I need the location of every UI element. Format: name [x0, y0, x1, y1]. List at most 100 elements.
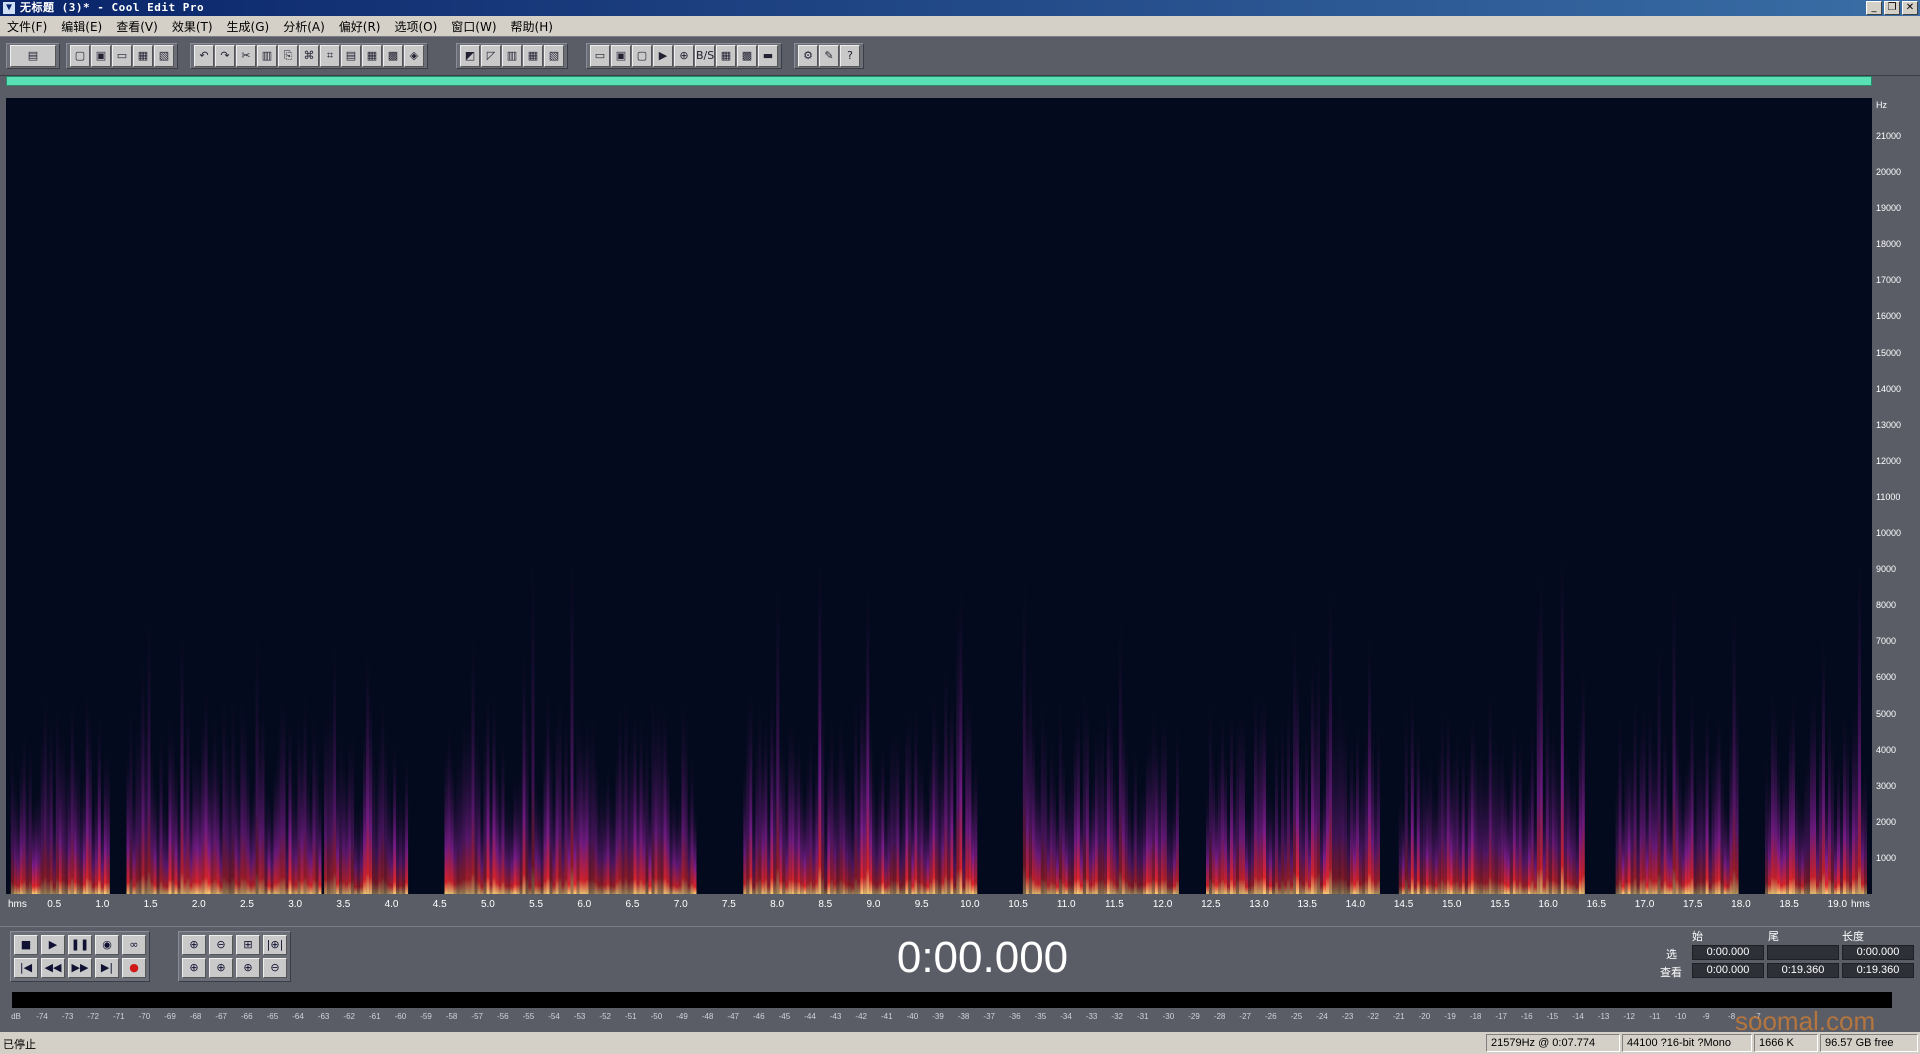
hz-tick-label: 7000	[1876, 636, 1897, 647]
transport-button-icon[interactable]: |◀	[14, 958, 38, 978]
time-tick-label: 6.5	[625, 899, 640, 910]
toolbar-button-icon[interactable]: ▣	[611, 45, 631, 67]
toolbar-button-icon[interactable]: ▧	[154, 45, 174, 67]
toolbar-button-icon[interactable]: ▦	[523, 45, 543, 67]
toolbar-button-icon[interactable]: ↶	[194, 45, 214, 67]
toolbar-button-icon[interactable]: B/S	[695, 45, 715, 67]
toolbar-button-icon[interactable]: ▥	[257, 45, 277, 67]
toolbar-button-icon[interactable]: ▭	[590, 45, 610, 67]
zoom-button-icon[interactable]: ⊕	[236, 958, 260, 978]
level-tick-label: -41	[881, 1012, 893, 1021]
transport-button-icon[interactable]: ●	[122, 958, 146, 978]
toolbar-button-icon[interactable]: ▦	[133, 45, 153, 67]
toolbar-button-icon[interactable]: ↷	[215, 45, 235, 67]
hz-tick-label: 3000	[1876, 780, 1897, 791]
toolbar-button-icon[interactable]: ⌘	[299, 45, 319, 67]
menu-item-2[interactable]: 查看(V)	[109, 18, 165, 35]
zoom-button-icon[interactable]: |⊕|	[263, 935, 287, 955]
selection-begin-field[interactable]: 0:00.000	[1692, 945, 1764, 960]
toolbar-button-icon[interactable]: ▶	[653, 45, 673, 67]
menu-item-9[interactable]: 帮助(H)	[504, 18, 560, 35]
level-tick-label: -45	[778, 1012, 791, 1021]
zoom-button-icon[interactable]: ⊕	[182, 935, 206, 955]
menu-item-3[interactable]: 效果(T)	[165, 18, 220, 35]
level-tick-label: -57	[471, 1012, 483, 1021]
zoom-button-icon[interactable]: ⊕	[209, 958, 233, 978]
toolbar-button-icon[interactable]: ⌗	[320, 45, 340, 67]
close-button[interactable]: ✕	[1902, 1, 1918, 15]
menu-item-1[interactable]: 编辑(E)	[54, 18, 109, 35]
transport-button-icon[interactable]: ▶	[41, 935, 65, 955]
level-meter	[12, 992, 1892, 1008]
menu-item-4[interactable]: 生成(G)	[220, 18, 277, 35]
toolbar-button-icon[interactable]: ◸	[481, 45, 501, 67]
toolbar-button-icon[interactable]: ▤	[341, 45, 361, 67]
toolbar-button-icon[interactable]: ▩	[737, 45, 757, 67]
menu-item-8[interactable]: 窗口(W)	[444, 18, 503, 35]
toolbar-button-icon[interactable]: ▭	[112, 45, 132, 67]
toolbar-button-icon[interactable]: ⚙	[798, 45, 818, 67]
transport-button-icon[interactable]: ■	[14, 935, 38, 955]
transport-button-icon[interactable]: ▶|	[95, 958, 119, 978]
transport-button-icon[interactable]: ◉	[95, 935, 119, 955]
zoom-button-icon[interactable]: ⊖	[263, 958, 287, 978]
toolbar-button-icon[interactable]: ▣	[91, 45, 111, 67]
toolbar-button-icon[interactable]: ⎘	[278, 45, 298, 67]
app-icon[interactable]: ▼	[3, 2, 15, 14]
toolbar-button-icon[interactable]: ◈	[404, 45, 424, 67]
toolbar-button-icon[interactable]: ▬	[758, 45, 778, 67]
toolbar-button-icon[interactable]: ✂	[236, 45, 256, 67]
time-ruler-start-unit: hms	[8, 899, 27, 910]
toolbar-button-icon[interactable]: ▤	[10, 45, 56, 67]
transport-button-icon[interactable]: ❚❚	[68, 935, 92, 955]
toolbar-button-icon[interactable]: ▦	[716, 45, 736, 67]
view-row-label: 查看	[1660, 966, 1682, 979]
toolbar-button-icon[interactable]: ?	[840, 45, 860, 67]
time-tick-label: 16.0	[1538, 899, 1558, 910]
toolbar-button-icon[interactable]: ▦	[362, 45, 382, 67]
level-tick-label: -62	[343, 1012, 355, 1021]
minimize-button[interactable]: _	[1866, 1, 1882, 15]
menu-item-5[interactable]: 分析(A)	[276, 18, 332, 35]
toolbar-button-icon[interactable]: ▧	[544, 45, 564, 67]
level-tick-label: -68	[189, 1012, 202, 1021]
selection-length-field[interactable]: 0:00.000	[1842, 945, 1914, 960]
overview-bar[interactable]	[6, 76, 1872, 86]
toolbar-button-icon[interactable]: ▥	[502, 45, 522, 67]
toolbar-button-icon[interactable]: ◩	[460, 45, 480, 67]
hz-tick-label: 4000	[1876, 744, 1897, 755]
transport-button-icon[interactable]: ◀◀	[41, 958, 65, 978]
toolbar-button-icon[interactable]: ▢	[632, 45, 652, 67]
view-begin-field[interactable]: 0:00.000	[1692, 963, 1764, 978]
level-tick-label: -15	[1546, 1012, 1559, 1021]
restore-button[interactable]: ❐	[1884, 1, 1900, 15]
time-display: 0:00.000	[896, 933, 1069, 982]
spectrogram-view[interactable]	[6, 98, 1872, 894]
transport-button-icon[interactable]: ▶▶	[68, 958, 92, 978]
time-tick-label: 5.0	[480, 899, 495, 910]
level-tick-label: -18	[1469, 1012, 1482, 1021]
level-tick-label: -66	[241, 1012, 253, 1021]
hz-tick-label: 21000	[1876, 130, 1902, 141]
menu-item-0[interactable]: 文件(F)	[0, 18, 54, 35]
view-length-field[interactable]: 0:19.360	[1842, 963, 1914, 978]
toolbar-button-icon[interactable]: ✎	[819, 45, 839, 67]
zoom-button-icon[interactable]: ⊞	[236, 935, 260, 955]
toolbar-button-icon[interactable]: ⊕	[674, 45, 694, 67]
selection-end-field[interactable]	[1767, 945, 1839, 960]
time-tick-label: 5.5	[529, 899, 544, 910]
level-tick-label: -36	[1009, 1012, 1021, 1021]
selection-panel: 始 尾 长度 选 0:00.000 0:00.000 查看 0:00.000 0…	[1652, 928, 1914, 984]
zoom-button-icon[interactable]: ⊖	[209, 935, 233, 955]
zoom-button-icon[interactable]: ⊕	[182, 958, 206, 978]
level-tick-label: -50	[650, 1012, 663, 1021]
transport-button-icon[interactable]: ∞	[122, 935, 146, 955]
toolbar-button-icon[interactable]: ▢	[70, 45, 90, 67]
menu-item-6[interactable]: 偏好(R)	[332, 18, 388, 35]
view-end-field[interactable]: 0:19.360	[1767, 963, 1839, 978]
level-tick-label: -49	[676, 1012, 688, 1021]
menu-item-7[interactable]: 选项(O)	[387, 18, 444, 35]
level-tick-label: -63	[317, 1012, 330, 1021]
toolbar-button-icon[interactable]: ▩	[383, 45, 403, 67]
level-tick-label: -30	[1162, 1012, 1175, 1021]
